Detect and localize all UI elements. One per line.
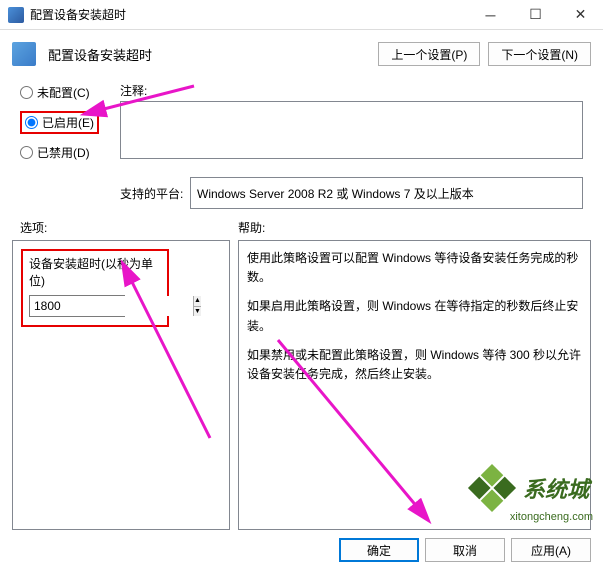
minimize-button[interactable]: ─ (468, 0, 513, 30)
radio-disabled-input[interactable] (20, 146, 33, 159)
watermark-text: 系统城 (523, 472, 589, 504)
radio-disabled-label: 已禁用(D) (37, 144, 90, 161)
apply-button[interactable]: 应用(A) (511, 538, 591, 562)
watermark-url: xitongcheng.com (510, 511, 593, 523)
timeout-label: 设备安装超时(以秒为单位) (29, 255, 161, 289)
help-p3: 如果禁用或未配置此策略设置，则 Windows 等待 300 秒以允许设备安装任… (247, 346, 582, 384)
comment-textarea[interactable] (120, 101, 583, 159)
options-label: 选项: (20, 219, 238, 236)
close-button[interactable]: ✕ (558, 0, 603, 30)
radio-enabled-input[interactable] (25, 116, 38, 129)
policy-icon (12, 42, 36, 66)
maximize-button[interactable]: ☐ (513, 0, 558, 30)
enabled-highlight: 已启用(E) (20, 111, 99, 134)
next-setting-button[interactable]: 下一个设置(N) (488, 42, 591, 66)
window-title: 配置设备安装超时 (30, 6, 468, 23)
toolbar-title: 配置设备安装超时 (48, 45, 370, 64)
radio-not-configured-input[interactable] (20, 86, 33, 99)
platform-value: Windows Server 2008 R2 或 Windows 7 及以上版本 (190, 177, 583, 209)
timeout-highlight: 设备安装超时(以秒为单位) ▲ ▼ (21, 249, 169, 327)
radio-not-configured-label: 未配置(C) (37, 84, 90, 101)
radio-not-configured[interactable]: 未配置(C) (20, 84, 120, 101)
cancel-button[interactable]: 取消 (425, 538, 505, 562)
help-label: 帮助: (238, 219, 265, 236)
ok-button[interactable]: 确定 (339, 538, 419, 562)
radio-enabled-label: 已启用(E) (42, 114, 94, 131)
options-panel: 设备安装超时(以秒为单位) ▲ ▼ (12, 240, 230, 530)
comment-label: 注释: (120, 82, 147, 99)
prev-setting-button[interactable]: 上一个设置(P) (378, 42, 480, 66)
radio-disabled[interactable]: 已禁用(D) (20, 144, 120, 161)
spinner-up[interactable]: ▲ (194, 296, 201, 307)
help-p1: 使用此策略设置可以配置 Windows 等待设备安装任务完成的秒数。 (247, 249, 582, 287)
radio-enabled[interactable]: 已启用(E) (25, 114, 94, 131)
watermark: 系统城 xitongcheng.com (467, 467, 597, 509)
timeout-spinner[interactable]: ▲ ▼ (29, 295, 125, 317)
app-icon (8, 7, 24, 23)
timeout-input[interactable] (30, 296, 193, 316)
spinner-down[interactable]: ▼ (194, 307, 201, 317)
watermark-logo (468, 464, 516, 512)
platform-label: 支持的平台: (120, 185, 190, 202)
help-p2: 如果启用此策略设置，则 Windows 在等待指定的秒数后终止安装。 (247, 297, 582, 335)
